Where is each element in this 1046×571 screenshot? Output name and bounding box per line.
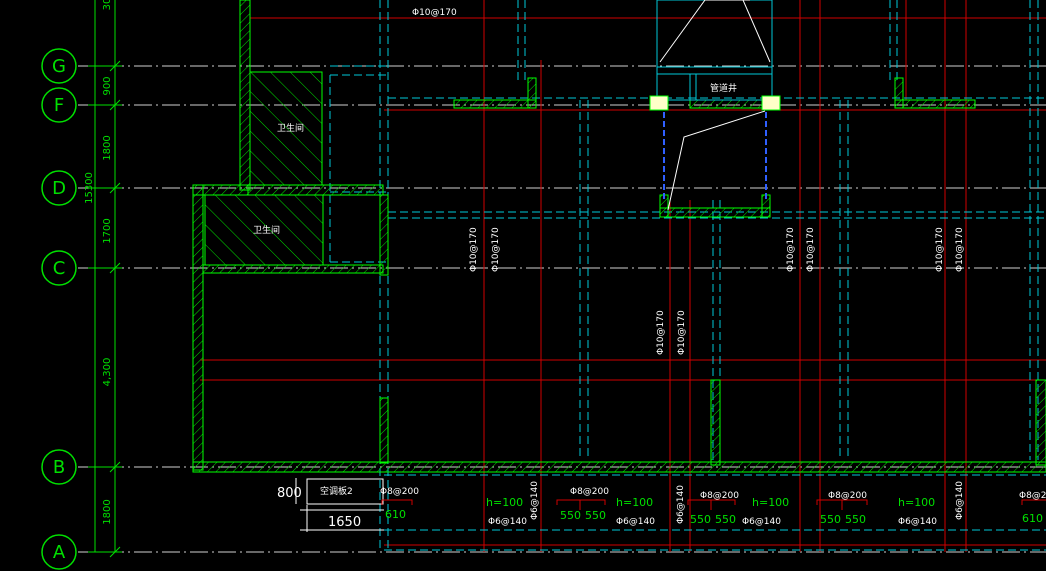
dim-cb: 4,300 <box>102 358 113 387</box>
rebar-label-v3: Φ10@170 <box>656 310 666 355</box>
axis-bubble-f: F <box>41 87 77 123</box>
dim-gf: 900 <box>102 76 113 95</box>
bottom-rebar-callouts: Φ8@200 Φ8@200 Φ8@200 Φ8@200 Φ8@200 h=100… <box>380 481 1046 527</box>
axis-label-f: F <box>54 95 64 116</box>
rebar-label-v7: Φ10@170 <box>935 227 945 272</box>
dim-dc: 1700 <box>102 218 113 243</box>
dim-550-4: 550 <box>715 513 736 526</box>
h100-label-4: h=100 <box>898 496 935 509</box>
dim-550-5: 550 <box>820 513 841 526</box>
phi6-vlabel-3: Φ6@140 <box>955 481 965 520</box>
dim-fd: 1800 <box>102 135 113 160</box>
axis-bubble-g: G <box>41 48 77 84</box>
axis-label-b: B <box>53 457 65 478</box>
dimension-texts: 30 900 1800 15300 1700 4,300 1800 <box>84 0 113 525</box>
axis-bubble-d: D <box>41 170 77 206</box>
axis-bubble-b: B <box>41 449 77 485</box>
phi6-vlabel-1: Φ6@140 <box>530 481 540 520</box>
phi8-label-3: Φ8@200 <box>700 491 739 501</box>
phi8-label-2: Φ8@200 <box>570 487 609 497</box>
rebar-label-v8: Φ10@170 <box>955 227 965 272</box>
cad-drawing-canvas: G F D C B A 30 900 1800 15300 1700 4,300… <box>41 0 1046 570</box>
dim-610-2: 610 <box>1022 512 1043 525</box>
phi8-label-4: Φ8@200 <box>828 491 867 501</box>
axis-label-g: G <box>52 56 66 77</box>
shaft-label: 管道井 <box>710 82 737 94</box>
dim-1650: 1650 <box>328 515 361 530</box>
rebar-label-top: Φ10@170 <box>412 8 457 18</box>
ac-panel: 空调板2 800 1650 <box>277 478 384 532</box>
dim-ba: 1800 <box>102 499 113 524</box>
dim-550-3: 550 <box>690 513 711 526</box>
axis-label-c: C <box>53 258 66 279</box>
phi6-label-3: Φ6@140 <box>742 517 781 527</box>
phi6-label-2: Φ6@140 <box>616 517 655 527</box>
axis-bubbles: G F D C B A <box>41 48 77 570</box>
dim-550-6: 550 <box>845 513 866 526</box>
rebar-label-v6: Φ10@170 <box>806 227 816 272</box>
axis-bubble-c: C <box>41 250 77 286</box>
axis-label-a: A <box>53 542 66 563</box>
dim-top: 30 <box>102 0 113 10</box>
dim-610-1: 610 <box>385 508 406 521</box>
dim-550-1: 550 <box>560 509 581 522</box>
rebar-label-v2: Φ10@170 <box>491 227 501 272</box>
axis-grid-lines <box>78 65 1046 553</box>
rebar-label-v5: Φ10@170 <box>786 227 796 272</box>
rebar-label-v4: Φ10@170 <box>677 310 687 355</box>
room-label-upper: 卫生间 <box>277 122 304 134</box>
h100-label-2: h=100 <box>616 496 653 509</box>
axis-label-d: D <box>52 178 66 199</box>
dim-550-2: 550 <box>585 509 606 522</box>
axis-bubble-a: A <box>41 534 77 570</box>
phi8-label-5: Φ8@200 <box>1019 491 1046 501</box>
bathroom-hatch <box>204 71 324 266</box>
rebar-annotations: Φ10@170 Φ10@170 Φ10@170 Φ10@170 Φ10@170 … <box>412 8 965 355</box>
dim-800: 800 <box>277 486 302 501</box>
phi6-label-4: Φ6@140 <box>898 517 937 527</box>
phi6-label-1: Φ6@140 <box>488 517 527 527</box>
ac-panel-label: 空调板2 <box>320 485 353 497</box>
h100-label-1: h=100 <box>486 496 523 509</box>
dim-total: 15300 <box>84 172 95 204</box>
rebar-label-v1: Φ10@170 <box>469 227 479 272</box>
phi6-vlabel-2: Φ6@140 <box>676 485 686 524</box>
h100-label-3: h=100 <box>752 496 789 509</box>
phi8-label-1: Φ8@200 <box>380 487 419 497</box>
room-label-lower: 卫生间 <box>253 224 280 236</box>
